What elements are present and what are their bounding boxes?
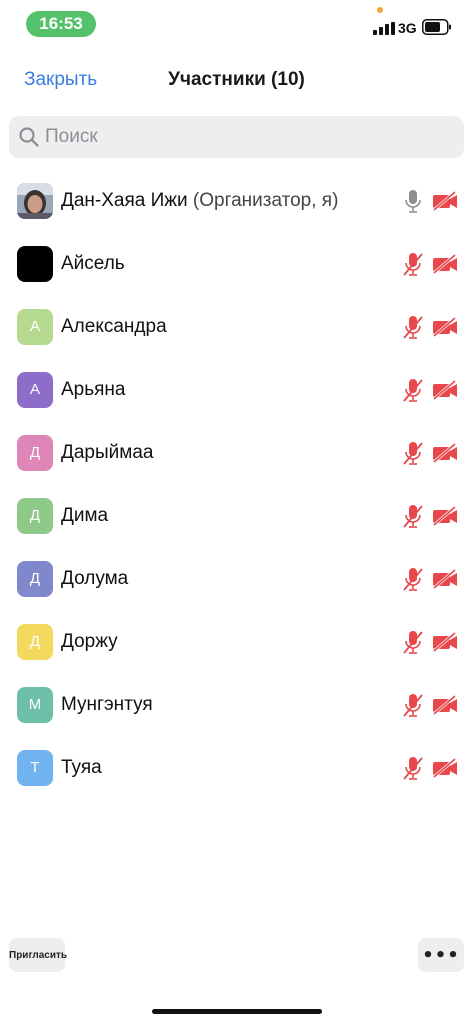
participant-row[interactable]: Д Долума xyxy=(0,548,473,611)
microphone-muted-icon xyxy=(403,252,423,277)
participant-name-text: Арьяна xyxy=(61,379,126,400)
participant-avatar: Д xyxy=(17,498,53,534)
participant-avatar: Д xyxy=(17,624,53,660)
search-icon xyxy=(19,127,39,147)
participant-name: Дима xyxy=(61,505,108,527)
participant-name-text: Мунгэнтуя xyxy=(61,694,153,715)
video-off-icon xyxy=(432,379,458,401)
microphone-muted-icon xyxy=(403,756,423,781)
navigation-header: Участники (10) Закрыть xyxy=(0,58,473,102)
microphone-muted-icon xyxy=(403,315,423,340)
participant-avatar xyxy=(17,246,53,282)
video-off-icon xyxy=(432,631,458,653)
mic-in-use-indicator xyxy=(377,7,383,13)
close-button[interactable]: Закрыть xyxy=(24,69,97,91)
video-off-icon xyxy=(432,694,458,716)
participant-row[interactable]: Д Дарыймаа xyxy=(0,422,473,485)
participant-avatar: М xyxy=(17,687,53,723)
participant-avatar: А xyxy=(17,372,53,408)
participant-role: (Организатор, я) xyxy=(192,190,339,211)
participant-name: Дан-Хаяа Ижи (Организатор, я) xyxy=(61,190,338,212)
video-off-icon xyxy=(432,442,458,464)
video-off-icon xyxy=(432,568,458,590)
participant-name-text: Туяа xyxy=(61,757,102,778)
participant-name: Дарыймаа xyxy=(61,442,153,464)
participant-row[interactable]: Д Дима xyxy=(0,485,473,548)
participant-row[interactable]: Т Туяа xyxy=(0,737,473,800)
microphone-muted-icon xyxy=(403,693,423,718)
participant-name-text: Айсель xyxy=(61,253,125,274)
participant-row[interactable]: Дан-Хаяа Ижи (Организатор, я) xyxy=(0,170,473,233)
participant-name: Айсель xyxy=(61,253,125,275)
network-type: 3G xyxy=(398,20,417,36)
participant-row[interactable]: М Мунгэнтуя xyxy=(0,674,473,737)
participant-name: Доржу xyxy=(61,631,118,653)
participant-avatar: Д xyxy=(17,435,53,471)
participant-row[interactable]: А Арьяна xyxy=(0,359,473,422)
participant-name: Долума xyxy=(61,568,128,590)
participant-avatar: Д xyxy=(17,561,53,597)
participant-name: Арьяна xyxy=(61,379,126,401)
microphone-muted-icon xyxy=(403,378,423,403)
microphone-muted-icon xyxy=(403,630,423,655)
participant-row[interactable]: А Александра xyxy=(0,296,473,359)
participant-avatar: Т xyxy=(17,750,53,786)
participant-avatar: А xyxy=(17,309,53,345)
video-off-icon xyxy=(432,505,458,527)
participant-name-text: Доржу xyxy=(61,631,118,652)
more-options-button[interactable]: ••• xyxy=(418,938,464,972)
participant-name-text: Дан-Хаяа Ижи xyxy=(61,190,188,211)
search-bar[interactable] xyxy=(9,116,464,158)
participant-avatar-photo xyxy=(17,183,53,219)
invite-button[interactable]: Пригласить xyxy=(9,938,67,972)
participant-name-text: Долума xyxy=(61,568,129,589)
status-time: 16:53 xyxy=(26,11,96,37)
search-input[interactable] xyxy=(45,116,445,158)
microphone-muted-icon xyxy=(403,504,423,529)
home-indicator xyxy=(152,1009,322,1014)
signal-strength-icon xyxy=(373,22,395,35)
microphone-muted-icon xyxy=(403,567,423,592)
participant-row[interactable]: Айсель xyxy=(0,233,473,296)
microphone-muted-icon xyxy=(403,441,423,466)
video-off-icon xyxy=(432,190,458,212)
participant-name-text: Дима xyxy=(61,505,109,526)
participant-list: Дан-Хаяа Ижи (Организатор, я) Айсель А Алек… xyxy=(0,170,473,800)
participant-row[interactable]: Д Доржу xyxy=(0,611,473,674)
video-off-icon xyxy=(432,253,458,275)
video-off-icon xyxy=(432,757,458,779)
status-bar: 16:53 3G xyxy=(0,0,473,46)
microphone-icon xyxy=(403,189,423,214)
video-off-icon xyxy=(432,316,458,338)
participant-name-text: Александра xyxy=(61,316,167,337)
participant-name: Мунгэнтуя xyxy=(61,694,153,716)
participant-name: Александра xyxy=(61,316,167,338)
participant-name: Туяа xyxy=(61,757,102,779)
battery-icon xyxy=(422,19,451,35)
participant-name-text: Дарыймаа xyxy=(61,442,154,463)
